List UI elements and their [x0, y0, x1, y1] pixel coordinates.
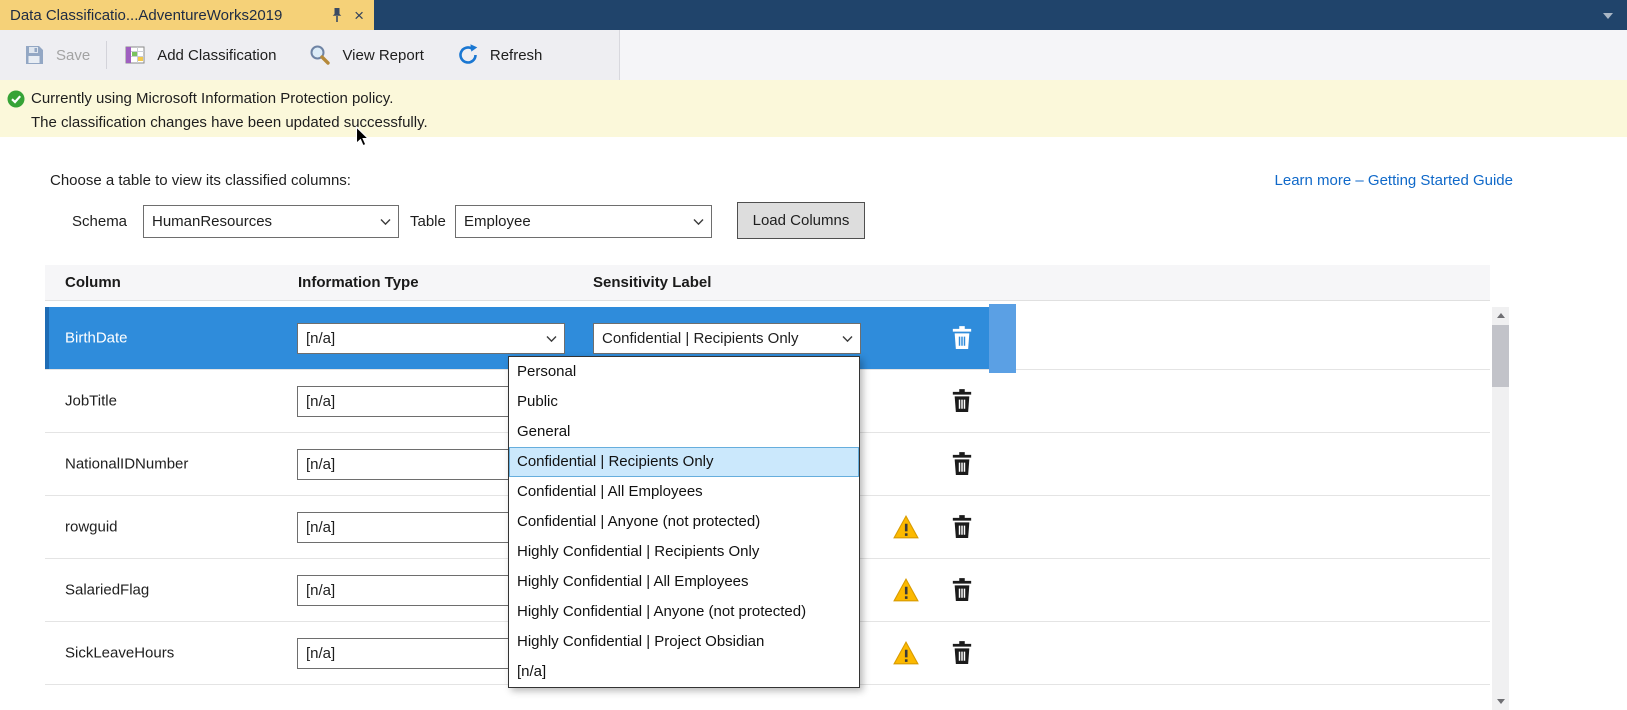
toolbar-group: Save Add Classification View Report [0, 30, 620, 80]
dropdown-option-selected[interactable]: Confidential | Recipients Only [509, 447, 859, 477]
dropdown-option[interactable]: Public [509, 387, 859, 417]
policy-message-bar: Currently using Microsoft Information Pr… [0, 80, 1627, 137]
refresh-button[interactable]: Refresh [440, 30, 559, 80]
sensitivity-label-value: Confidential | Recipients Only [602, 330, 799, 347]
grid-header-row: Column Information Type Sensitivity Labe… [45, 265, 1490, 301]
save-button[interactable]: Save [6, 30, 106, 80]
information-type-value: [n/a] [306, 582, 335, 599]
table-value: Employee [464, 213, 531, 230]
warning-icon [893, 515, 919, 539]
add-classification-button[interactable]: Add Classification [107, 30, 292, 80]
information-type-select[interactable]: [n/a] [297, 323, 565, 354]
warning-icon [893, 578, 919, 602]
success-check-icon [7, 90, 25, 108]
delete-icon[interactable] [951, 514, 973, 540]
tab-title: Data Classificatio...AdventureWorks2019 [10, 7, 320, 24]
column-name: BirthDate [65, 330, 128, 347]
scrollbar-thumb[interactable] [1492, 325, 1509, 387]
chevron-down-icon [380, 218, 391, 225]
column-name: JobTitle [65, 393, 117, 410]
delete-icon[interactable] [951, 640, 973, 666]
information-type-value: [n/a] [306, 519, 335, 536]
chevron-down-icon [842, 335, 853, 342]
scrollbar-up-arrow[interactable] [1492, 307, 1509, 324]
information-type-value: [n/a] [306, 393, 335, 410]
add-classification-icon [123, 43, 147, 67]
load-columns-button[interactable]: Load Columns [737, 202, 865, 239]
delete-icon[interactable] [951, 325, 973, 351]
chevron-down-icon [546, 335, 557, 342]
dropdown-option[interactable]: Highly Confidential | Recipients Only [509, 537, 859, 567]
information-type-value: [n/a] [306, 645, 335, 662]
tab-list-chevron-down-icon[interactable] [1603, 13, 1613, 19]
view-report-button[interactable]: View Report [292, 30, 439, 80]
schema-select[interactable]: HumanResources [143, 205, 399, 238]
sensitivity-dropdown-list: Personal Public General Confidential | R… [508, 356, 860, 688]
dropdown-option[interactable]: [n/a] [509, 657, 859, 687]
refresh-label: Refresh [490, 47, 543, 64]
dropdown-option[interactable]: Highly Confidential | Anyone (not protec… [509, 597, 859, 627]
refresh-icon [456, 43, 480, 67]
delete-icon[interactable] [951, 388, 973, 414]
schema-value: HumanResources [152, 213, 272, 230]
grid-scrollbar[interactable] [1492, 307, 1509, 710]
warning-icon [893, 641, 919, 665]
information-type-value: [n/a] [306, 330, 335, 347]
dropdown-option[interactable]: Highly Confidential | Project Obsidian [509, 627, 859, 657]
dropdown-option[interactable]: Personal [509, 357, 859, 387]
data-classification-window: Data Classificatio...AdventureWorks2019 … [0, 0, 1627, 710]
learn-more-link[interactable]: Learn more – Getting Started Guide [1275, 172, 1513, 189]
save-floppy-icon [22, 43, 46, 67]
triangle-up-icon [1497, 313, 1505, 318]
close-icon[interactable]: × [354, 7, 364, 24]
dropdown-option[interactable]: Confidential | Anyone (not protected) [509, 507, 859, 537]
schema-label: Schema [72, 213, 127, 230]
sensitivity-label-select[interactable]: Confidential | Recipients Only [593, 323, 861, 354]
triangle-down-icon [1497, 699, 1505, 704]
column-name: SalariedFlag [65, 582, 149, 599]
information-type-value: [n/a] [306, 456, 335, 473]
instruction-text: Choose a table to view its classified co… [50, 172, 351, 189]
scrollbar-down-arrow[interactable] [1492, 693, 1509, 710]
header-sensitivity-label: Sensitivity Label [593, 274, 1490, 291]
dropdown-option[interactable]: General [509, 417, 859, 447]
tab-data-classification[interactable]: Data Classificatio...AdventureWorks2019 … [0, 0, 374, 30]
add-classification-label: Add Classification [157, 47, 276, 64]
message-line-1: Currently using Microsoft Information Pr… [31, 87, 1617, 111]
pin-icon[interactable] [330, 7, 344, 23]
document-tab-strip: Data Classificatio...AdventureWorks2019 … [0, 0, 1627, 30]
delete-icon[interactable] [951, 451, 973, 477]
header-information-type: Information Type [298, 274, 593, 291]
delete-icon[interactable] [951, 577, 973, 603]
toolbar: Save Add Classification View Report [0, 30, 1627, 80]
view-report-label: View Report [342, 47, 423, 64]
chevron-down-icon [693, 218, 704, 225]
message-line-2: The classification changes have been upd… [31, 111, 1617, 135]
magnifier-icon [308, 43, 332, 67]
header-column: Column [45, 274, 298, 291]
column-name: rowguid [65, 519, 118, 536]
save-label: Save [56, 47, 90, 64]
table-label: Table [410, 213, 446, 230]
dropdown-option[interactable]: Highly Confidential | All Employees [509, 567, 859, 597]
column-name: SickLeaveHours [65, 645, 174, 662]
table-select[interactable]: Employee [455, 205, 712, 238]
mouse-cursor [355, 126, 369, 147]
column-name: NationalIDNumber [65, 456, 188, 473]
dropdown-option[interactable]: Confidential | All Employees [509, 477, 859, 507]
